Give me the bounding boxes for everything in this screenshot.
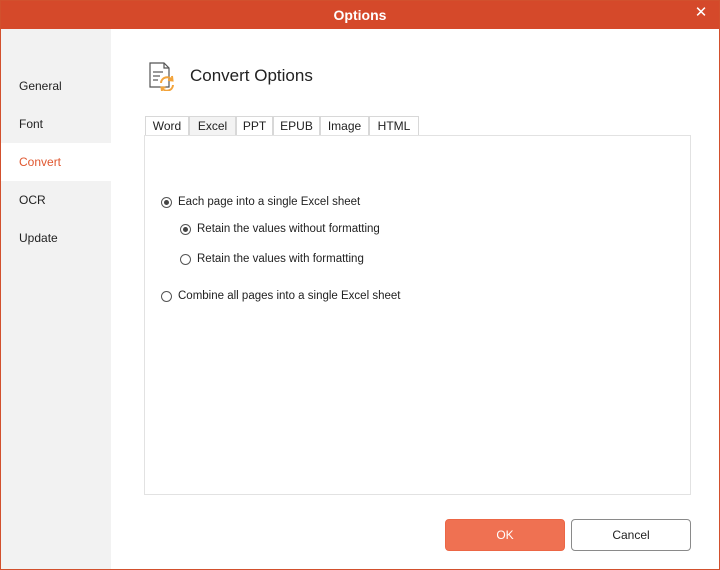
tab-word[interactable]: Word xyxy=(145,116,189,136)
sidebar-item-update[interactable]: Update xyxy=(1,219,111,257)
radio-retain-with-formatting[interactable] xyxy=(180,253,191,265)
tab-image[interactable]: Image xyxy=(320,116,369,136)
sidebar-item-general[interactable]: General xyxy=(1,67,111,105)
radio-each-page[interactable] xyxy=(161,196,172,208)
page-title: Convert Options xyxy=(190,66,313,85)
radio-retain-without-formatting[interactable] xyxy=(180,223,191,235)
option-retain-with-formatting[interactable]: Retain the values with formatting xyxy=(180,251,364,267)
cancel-button[interactable]: Cancel xyxy=(571,519,691,551)
sidebar: General Font Convert OCR Update xyxy=(1,29,111,569)
option-retain-with-label: Retain the values with formatting xyxy=(197,253,364,265)
option-retain-without-label: Retain the values without formatting xyxy=(197,223,380,235)
tab-excel[interactable]: Excel xyxy=(189,116,236,137)
tab-ppt[interactable]: PPT xyxy=(236,116,273,136)
option-each-page[interactable]: Each page into a single Excel sheet xyxy=(161,194,360,210)
sidebar-item-convert[interactable]: Convert xyxy=(1,143,111,181)
convert-document-icon xyxy=(149,62,174,91)
option-combine-all-label: Combine all pages into a single Excel sh… xyxy=(178,290,401,302)
tab-html[interactable]: HTML xyxy=(369,116,419,136)
excel-options-panel: Each page into a single Excel sheet Reta… xyxy=(144,135,691,495)
sidebar-item-ocr[interactable]: OCR xyxy=(1,181,111,219)
ok-button[interactable]: OK xyxy=(445,519,565,551)
sidebar-item-font[interactable]: Font xyxy=(1,105,111,143)
tab-epub[interactable]: EPUB xyxy=(273,116,320,136)
title-bar[interactable]: Options ✕ xyxy=(1,1,719,29)
dialog-title: Options xyxy=(333,7,387,23)
close-icon[interactable]: ✕ xyxy=(693,5,709,21)
option-combine-all[interactable]: Combine all pages into a single Excel sh… xyxy=(161,288,400,304)
option-each-page-label: Each page into a single Excel sheet xyxy=(178,196,361,208)
content-area: Convert Options Word Excel PPT EPUB Imag… xyxy=(111,29,719,569)
option-retain-without-formatting[interactable]: Retain the values without formatting xyxy=(180,221,380,237)
options-dialog: Options ✕ General Font Convert OCR Updat… xyxy=(0,0,720,570)
radio-combine-all[interactable] xyxy=(161,290,172,302)
